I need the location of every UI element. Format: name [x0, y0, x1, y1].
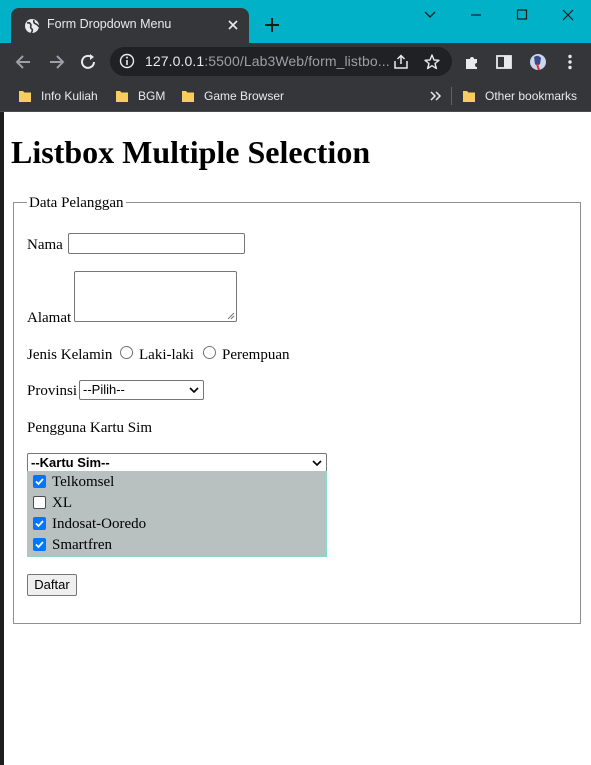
- resize-grip-icon[interactable]: [227, 312, 235, 320]
- new-tab-icon[interactable]: [262, 15, 282, 35]
- bookmarks-separator: [451, 87, 452, 105]
- reload-icon[interactable]: [78, 52, 98, 72]
- folder-icon: [182, 91, 194, 102]
- checkbox-telkomsel[interactable]: [33, 475, 46, 488]
- bookmark-other-bookmarks[interactable]: Other bookmarks: [462, 86, 577, 106]
- checkmark-icon: [35, 541, 44, 549]
- bookmark-game-browser[interactable]: Game Browser: [181, 86, 284, 106]
- minimize-icon[interactable]: [466, 6, 486, 24]
- kartu-sim-selected-value: --Kartu Sim--: [31, 455, 110, 470]
- url-text[interactable]: 127.0.0.1:5500/Lab3Web/form_listbo...: [145, 53, 390, 69]
- option-label: Smartfren: [52, 537, 112, 553]
- nama-label: Nama: [27, 237, 63, 253]
- bookmark-label: BGM: [138, 89, 166, 103]
- alamat-textarea[interactable]: [74, 271, 237, 322]
- forward-arrow-icon[interactable]: [46, 52, 66, 72]
- share-icon[interactable]: [392, 53, 410, 71]
- checkbox-xl[interactable]: [33, 496, 46, 509]
- provinsi-selected-value: --Pilih--: [83, 382, 125, 397]
- radio-perempuan[interactable]: [203, 346, 216, 359]
- more-menu-icon[interactable]: [560, 52, 580, 72]
- option-label: Indosat-Ooredo: [52, 516, 147, 532]
- option-xl[interactable]: XL: [28, 492, 326, 513]
- side-panel-icon[interactable]: [494, 52, 514, 72]
- folder-icon: [116, 91, 128, 102]
- fieldset-legend: Data Pelanggan: [27, 194, 126, 212]
- provinsi-label: Provinsi: [27, 383, 78, 399]
- checkbox-indosat-ooredo[interactable]: [33, 517, 46, 530]
- option-indosat-ooredo[interactable]: Indosat-Ooredo: [28, 513, 326, 534]
- option-telkomsel[interactable]: Telkomsel: [28, 471, 326, 492]
- bookmark-bgm[interactable]: BGM: [115, 86, 165, 106]
- bookmark-info-kuliah[interactable]: Info Kuliah: [18, 86, 98, 106]
- alamat-label: Alamat: [27, 310, 72, 326]
- radio-perempuan-label: Perempuan: [222, 347, 290, 363]
- profile-avatar-icon[interactable]: [528, 52, 548, 72]
- page-content: Listbox Multiple Selection Data Pelangga…: [4, 112, 591, 765]
- option-label: Telkomsel: [52, 474, 115, 490]
- checkmark-icon: [35, 478, 44, 486]
- title-bar: Form Dropdown Menu: [0, 0, 591, 44]
- info-icon[interactable]: [119, 53, 135, 69]
- browser-toolbar: 127.0.0.1:5500/Lab3Web/form_listbo...: [0, 43, 591, 80]
- bookmark-label: Info Kuliah: [41, 89, 98, 103]
- address-bar[interactable]: 127.0.0.1:5500/Lab3Web/form_listbo...: [110, 47, 452, 76]
- daftar-button[interactable]: Daftar: [27, 574, 77, 596]
- pengguna-kartu-sim-label: Pengguna Kartu Sim: [27, 420, 152, 436]
- chevron-down-icon[interactable]: [420, 6, 440, 24]
- nama-input[interactable]: [68, 233, 245, 254]
- option-smartfren[interactable]: Smartfren: [28, 534, 326, 555]
- bookmark-star-icon[interactable]: [423, 53, 441, 71]
- jenis-kelamin-label: Jenis Kelamin: [27, 347, 113, 363]
- bookmarks-overflow-icon[interactable]: [428, 86, 444, 106]
- close-window-icon[interactable]: [558, 6, 578, 24]
- bookmark-label: Game Browser: [204, 89, 285, 103]
- kartu-sim-select[interactable]: --Kartu Sim--: [27, 453, 327, 473]
- tab-form-dropdown-menu[interactable]: Form Dropdown Menu: [11, 8, 249, 44]
- option-label: XL: [52, 495, 72, 511]
- provinsi-select[interactable]: --Pilih--: [79, 380, 204, 400]
- bookmarks-bar: Info Kuliah BGM Game Browser Other bookm…: [0, 80, 591, 112]
- page-title: Listbox Multiple Selection: [11, 134, 371, 170]
- tab-title: Form Dropdown Menu: [47, 17, 172, 31]
- bookmark-label: Other bookmarks: [485, 89, 578, 103]
- data-pelanggan-fieldset: Data Pelanggan Nama Alamat Jenis Kelamin…: [13, 194, 581, 624]
- extensions-puzzle-icon[interactable]: [462, 52, 482, 72]
- close-tab-icon[interactable]: [225, 17, 241, 33]
- chevron-down-icon: [312, 460, 322, 467]
- radio-laki-laki-label: Laki-laki: [139, 347, 194, 363]
- folder-icon: [463, 91, 475, 102]
- folder-icon: [19, 91, 31, 102]
- radio-laki-laki[interactable]: [120, 346, 133, 359]
- globe-icon: [25, 19, 40, 34]
- checkmark-icon: [35, 520, 44, 528]
- back-arrow-icon[interactable]: [14, 52, 34, 72]
- maximize-icon[interactable]: [512, 6, 532, 24]
- checkbox-smartfren[interactable]: [33, 538, 46, 551]
- chevron-down-icon: [189, 387, 199, 394]
- kartu-sim-options-list: Telkomsel XL Indosat-Ooredo Smartfren: [27, 471, 327, 557]
